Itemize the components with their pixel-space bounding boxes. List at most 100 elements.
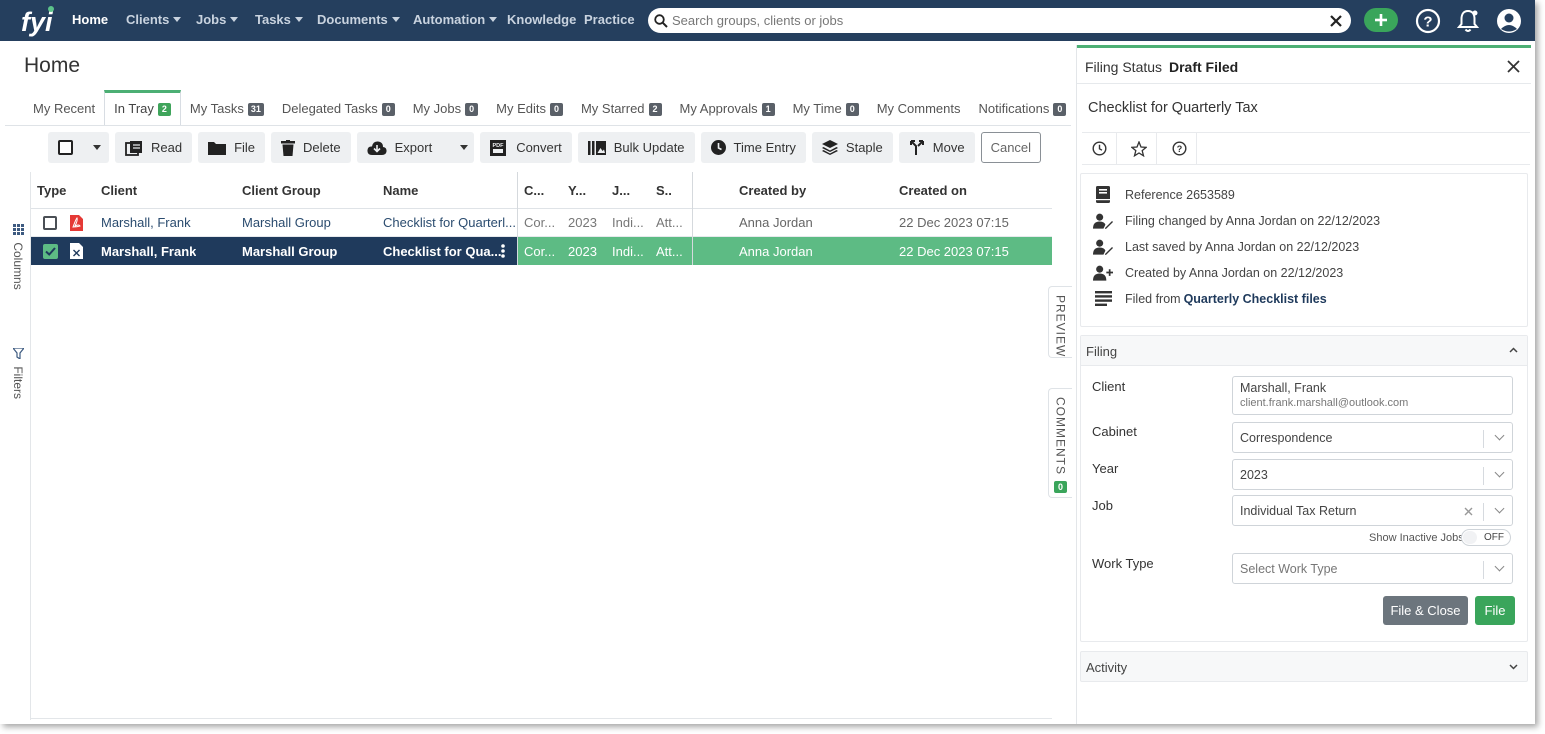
export-button[interactable]: Export [356,132,475,163]
client-group-cell[interactable]: Marshall Group [242,237,337,265]
nav-jobs[interactable]: Jobs [196,0,239,41]
nav-tasks[interactable]: Tasks [255,0,303,41]
tab-count-badge: 2 [648,103,662,116]
chevron-down-icon[interactable] [460,145,469,150]
columns-side-tab[interactable]: Columns [11,224,25,290]
help-icon[interactable]: ? [1415,8,1441,34]
filters-label: Filters [11,366,25,400]
tab-my-starred[interactable]: My Starred 2 [572,90,671,126]
notifications-bell-icon[interactable] [1455,8,1481,34]
file-submit-button[interactable]: File [1475,596,1515,625]
comments-side-tab[interactable]: COMMENTS 0 [1048,388,1072,498]
job-select[interactable]: Individual Tax Return [1232,495,1513,526]
client-cell[interactable]: Marshall, Frank [101,237,196,265]
select-all-dropdown[interactable] [48,132,109,163]
nav-knowledge[interactable]: Knowledge [507,0,576,41]
cancel-button[interactable]: Cancel [980,132,1042,163]
move-button[interactable]: Move [898,132,975,163]
tab-my-approvals[interactable]: My Approvals 1 [671,90,784,126]
cabinet-cell: Cor... [524,215,556,230]
convert-button[interactable]: PDF Convert [480,132,572,163]
activity-section-header[interactable]: Activity [1080,651,1528,682]
preview-label: PREVIEW [1053,295,1068,358]
tab-my-time[interactable]: My Time 0 [784,90,868,126]
history-button[interactable] [1082,133,1117,164]
column-header-status[interactable]: S.. [656,172,672,208]
client-field[interactable]: Marshall, Frank client.frank.marshall@ou… [1232,376,1513,415]
created-by-cell: Anna Jordan [739,215,813,230]
dropdown-separator [1483,467,1484,485]
fyi-logo[interactable]: fyi [20,2,56,38]
chevron-down-icon [1494,561,1505,572]
table-row-selected[interactable]: Marshall, Frank Marshall Group Checklist… [31,237,1052,265]
column-header-name[interactable]: Name [383,172,418,208]
row-checkbox[interactable] [43,209,57,236]
year-select[interactable]: 2023 [1232,459,1513,490]
filters-side-tab[interactable]: Filters [11,347,25,400]
time-entry-button[interactable]: Time Entry [700,132,806,163]
nav-automation[interactable]: Automation [413,0,498,41]
cabinet-select[interactable]: Correspondence [1232,422,1513,453]
tab-my-edits[interactable]: My Edits 0 [487,90,572,126]
column-header-job[interactable]: J... [612,172,630,208]
tab-notifications[interactable]: Notifications 0 [970,90,1076,126]
name-cell[interactable]: Checklist for Quarterl... [383,209,516,236]
tab-delegated-tasks[interactable]: Delegated Tasks 0 [273,90,404,126]
bulk-update-button[interactable]: Bulk Update [577,132,695,163]
row-checkbox-checked[interactable] [43,237,58,265]
filing-section-title: Filing [1086,344,1118,359]
file-and-close-button[interactable]: File & Close [1383,596,1468,625]
column-header-year[interactable]: Y... [568,172,586,208]
tab-my-tasks[interactable]: My Tasks 31 [181,90,273,126]
nav-home[interactable]: Home [72,0,108,41]
name-cell[interactable]: Checklist for Qua... [383,237,501,265]
search-input[interactable] [672,10,1330,31]
nav-clients[interactable]: Clients [126,0,182,41]
show-inactive-toggle[interactable]: OFF [1461,529,1511,546]
delete-button[interactable]: Delete [271,132,351,163]
nav-documents[interactable]: Documents [317,0,400,41]
column-header-created-by[interactable]: Created by [739,172,806,208]
tab-label: My Approvals [679,101,758,116]
star-button[interactable] [1122,133,1157,164]
add-new-icon[interactable] [1364,8,1398,32]
nav-practice[interactable]: Practice [584,0,635,41]
tab-label: Notifications [978,101,1050,116]
chevron-down-icon[interactable] [93,145,101,150]
filed-from-link[interactable]: Quarterly Checklist files [1184,292,1327,306]
client-cell[interactable]: Marshall, Frank [101,209,191,236]
clear-icon[interactable] [1464,507,1473,516]
close-icon[interactable] [1507,60,1520,73]
status-cell: Att... [656,215,683,230]
column-header-client-group[interactable]: Client Group [242,172,321,208]
help-button[interactable]: ? [1162,133,1197,164]
table-row[interactable]: Marshall, Frank Marshall Group Checklist… [31,209,1052,237]
tab-in-tray[interactable]: In Tray 2 [104,90,181,126]
documents-grid: Type Client Client Group Name C... Y... … [31,172,1052,265]
staple-button[interactable]: Staple [811,132,893,163]
tab-my-comments[interactable]: My Comments [868,90,970,126]
cabinet-label: Cabinet [1092,424,1137,439]
tab-my-jobs[interactable]: My Jobs 0 [404,90,487,126]
star-icon [1131,140,1147,157]
work-type-select[interactable]: Select Work Type [1232,553,1513,584]
filing-section-header[interactable]: Filing [1081,336,1527,366]
column-header-cabinet[interactable]: C... [524,172,544,208]
tab-my-recent[interactable]: My Recent [24,90,104,126]
column-header-client[interactable]: Client [101,172,137,208]
column-header-created-on[interactable]: Created on [899,172,967,208]
select-all-checkbox[interactable] [58,140,73,155]
history-clock-icon [1091,141,1107,156]
user-avatar-icon[interactable] [1496,8,1522,34]
clear-search-icon[interactable] [1330,14,1342,27]
chevron-down-icon [1494,430,1505,441]
column-header-type[interactable]: Type [37,172,66,208]
preview-side-tab[interactable]: PREVIEW [1048,286,1072,358]
row-actions-icon[interactable] [501,237,505,265]
svg-text:?: ? [1176,144,1182,154]
comments-count-badge: 0 [1054,481,1068,493]
client-group-cell[interactable]: Marshall Group [242,209,331,236]
read-button[interactable]: Read [115,132,193,163]
file-button[interactable]: File [198,132,266,163]
reference-row: Reference 2653589 [1093,186,1235,203]
